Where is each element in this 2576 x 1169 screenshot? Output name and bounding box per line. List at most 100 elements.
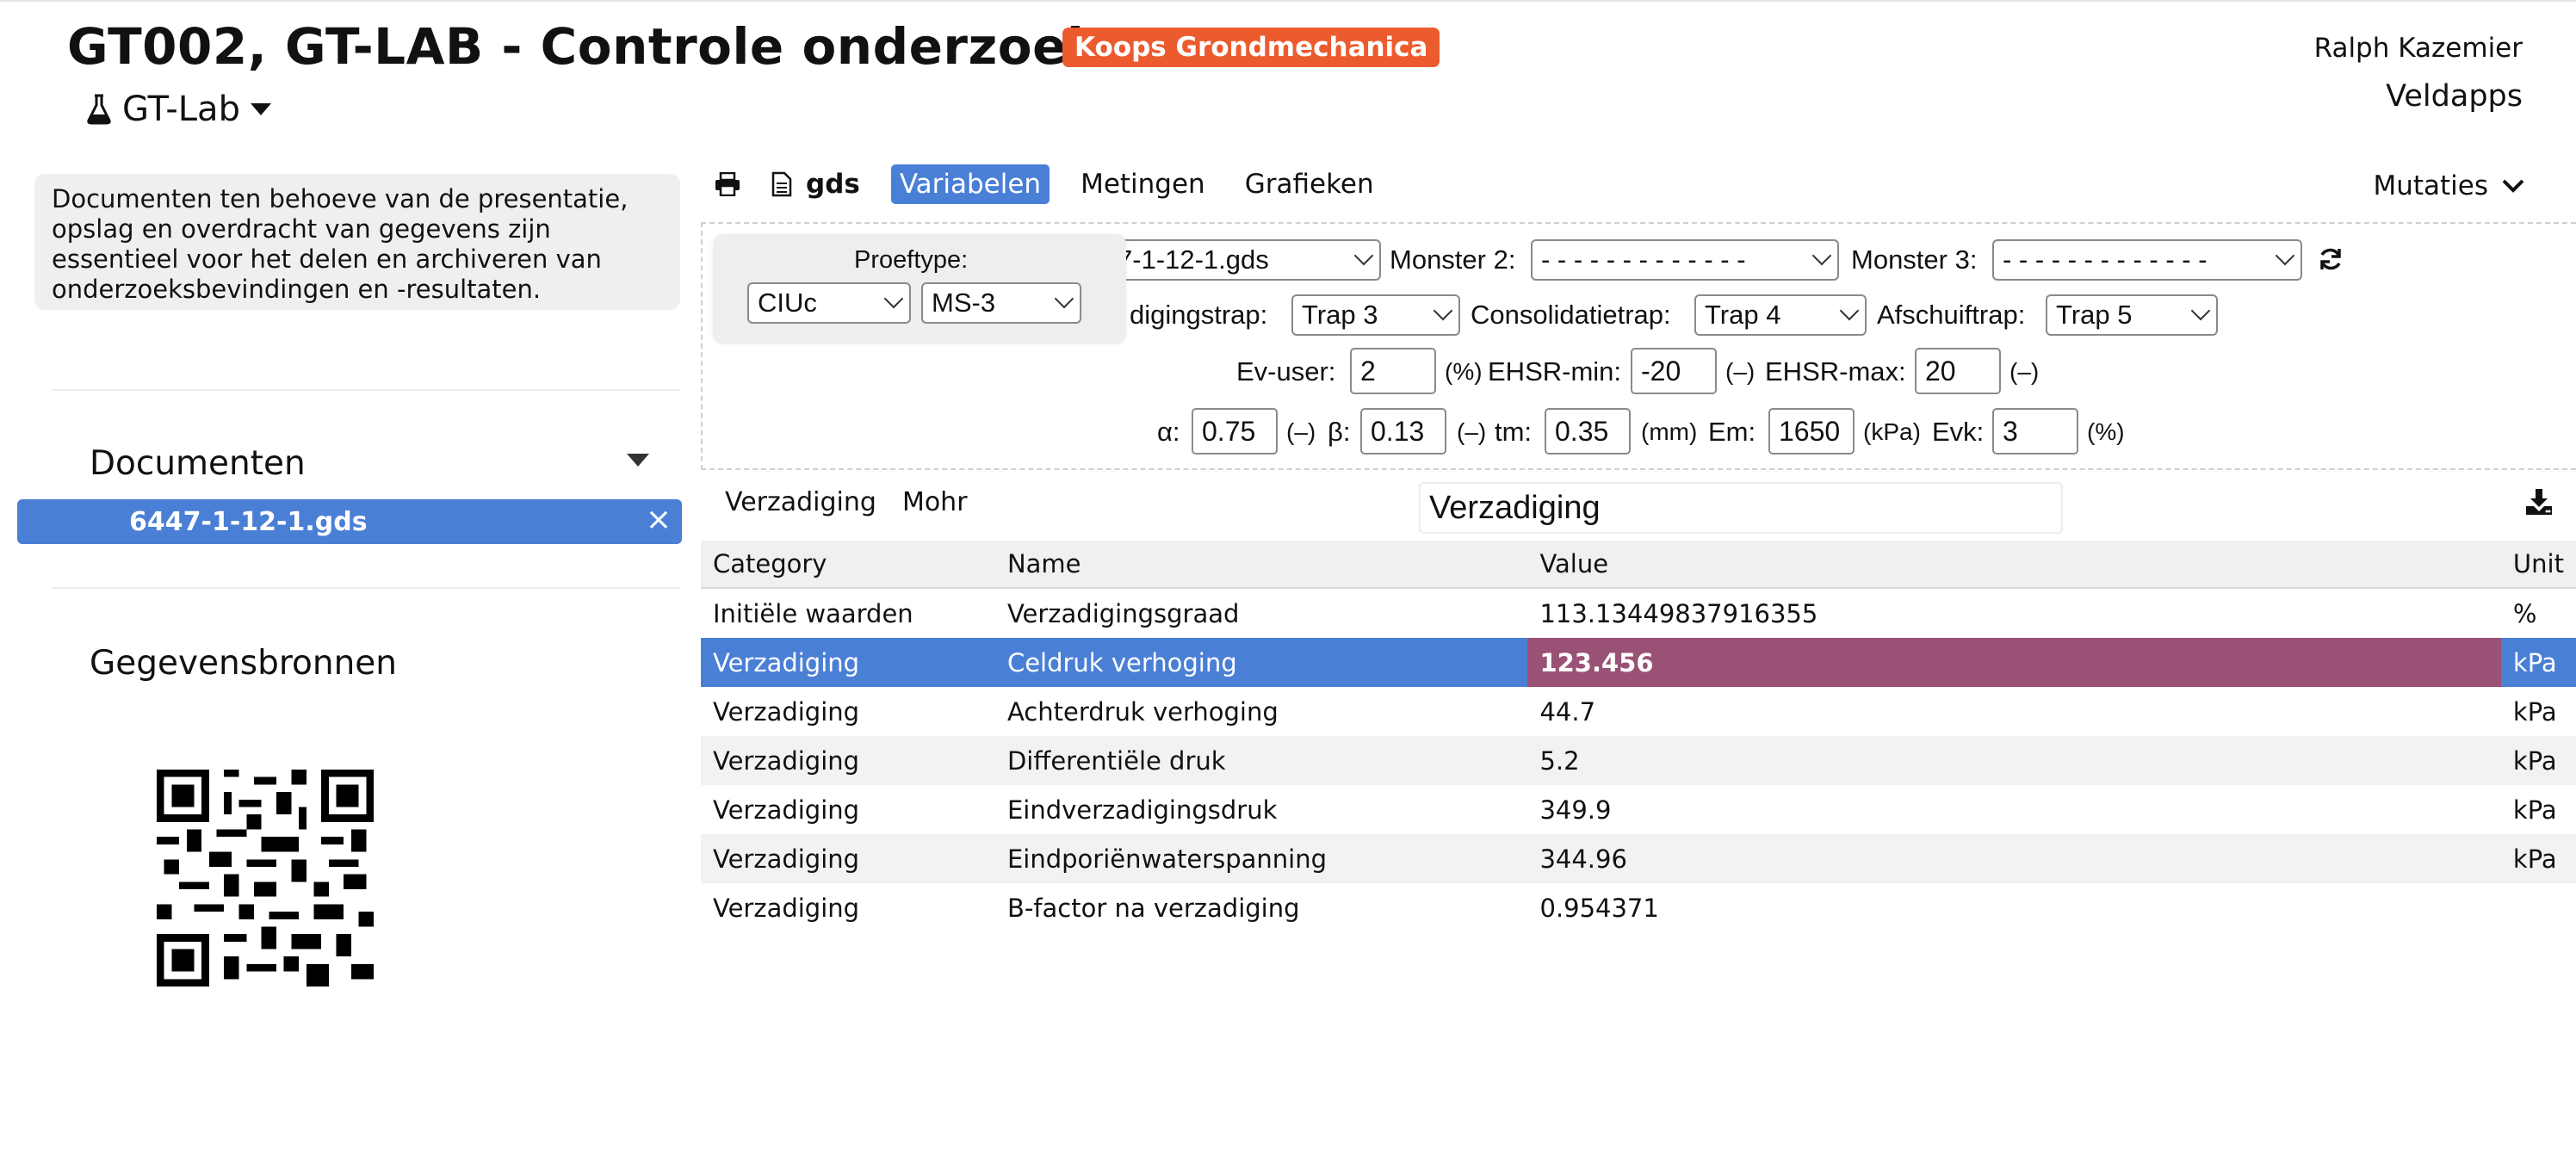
divider [52,389,680,391]
mutaties-dropdown[interactable]: Mutaties [2373,170,2524,201]
tm-unit: (mm) [1641,418,1698,445]
proeftype-value: CIUc [758,288,817,318]
cell-value[interactable]: 349.9 [1527,785,2500,834]
cell-value[interactable]: 344.96 [1527,834,2501,883]
table-row[interactable]: Verzadiging B-factor na verzadiging 0.95… [701,883,2576,932]
cell-name: Achterdruk verhoging [1006,696,1279,727]
cell-category: Verzadiging [713,696,860,727]
organization-name[interactable]: Veldapps [2386,79,2523,114]
document-item[interactable]: 6447-1-12-1.gds × [17,499,682,544]
consolidatietrap-label: Consolidatietrap: [1471,300,1671,330]
organization-badge: Koops Grondmechanica [1062,28,1440,67]
column-header[interactable]: Unit [2500,541,2576,589]
tab-metingen[interactable]: Metingen [1072,164,1214,204]
column-header[interactable]: Name [994,541,1528,589]
consolidatietrap-select[interactable]: Trap 4 [1694,294,1867,336]
chevron-down-icon [1811,245,1832,266]
variables-form: 7-1-12-1.gds Monster 2: - - - - - - - - … [701,222,2576,470]
cell-value[interactable]: 0.954371 [1527,883,2500,932]
beta-label: β: [1328,417,1351,447]
cell-category: Initiële waarden [713,598,913,628]
cell-name: Differentiële druk [994,736,1528,785]
tm-label: tm: [1495,417,1533,447]
cell-unit [2501,883,2576,932]
table-row[interactable]: Verzadiging Eindporiënwaterspanning 344.… [701,834,2576,883]
chevron-down-icon [1433,300,1453,321]
tab-verzadiging[interactable]: Verzadiging [725,487,876,517]
table-row[interactable]: Verzadiging Celdruk verhoging 123.456 kP… [701,638,2576,687]
print-icon[interactable] [715,171,740,197]
cell-value[interactable]: 44.7 [1527,687,2500,736]
column-header[interactable]: Category [701,541,995,589]
alpha-label: α: [1157,417,1180,447]
ehsr-min-unit: (–) [1725,358,1756,385]
ehsr-min-input[interactable]: -20 [1631,348,1717,394]
flask-icon [87,94,111,125]
chevron-down-icon [883,288,904,309]
documents-toggle-icon[interactable] [627,454,649,467]
cell-value[interactable]: 123.456 [1527,638,2501,687]
monster-2-select[interactable]: - - - - - - - - - - - - - [1531,239,1839,281]
document-item-label: 6447-1-12-1.gds [129,507,368,537]
documents-header: Documenten [90,444,306,483]
evk-label: Evk: [1932,417,1985,447]
evk-input[interactable]: 3 [1992,408,2078,455]
table-row[interactable]: Verzadiging Achterdruk verhoging 44.7 kP… [701,687,2576,736]
cell-category: Verzadiging [701,834,995,883]
ms-select[interactable]: MS-3 [921,282,1081,324]
download-icon[interactable] [2524,487,2554,516]
tab-variabelen[interactable]: Variabelen [890,164,1050,204]
monster-3-label: Monster 3: [1851,244,1978,275]
proeftype-panel: Proeftype: CIUc MS-3 [713,234,1126,344]
monster-3-value: - - - - - - - - - - - - - [2003,244,2208,275]
refresh-icon[interactable] [2318,246,2344,272]
cell-value[interactable]: 5.2 [1527,736,2501,785]
monster-1-select[interactable]: 7-1-12-1.gds [1107,239,1381,281]
file-tab-gds[interactable]: gds [806,164,869,204]
chevron-down-icon [1353,245,1374,266]
proeftype-select[interactable]: CIUc [747,282,911,324]
cell-value[interactable]: 113.13449837916355 [1527,588,2500,638]
toolbar: gds Variabelen Metingen Grafieken [715,164,1405,205]
ehsr-max-input[interactable]: 20 [1915,348,2001,394]
page-title: GT002, GT-LAB - Controle onderzoek [67,17,1101,76]
app-menu-dropdown[interactable]: GT-Lab [86,90,271,129]
tab-grafieken[interactable]: Grafieken [1236,164,1383,204]
tab-mohr[interactable]: Mohr [902,487,968,517]
remove-document-icon[interactable]: × [646,502,672,537]
afschuiftrap-value: Trap 5 [2056,300,2133,330]
user-name[interactable]: Ralph Kazemier [2314,33,2523,64]
cell-name: Eindporiënwaterspanning [994,834,1528,883]
ev-user-input[interactable]: 2 [1350,348,1436,394]
table-row[interactable]: Initiële waarden Verzadigingsgraad 113.1… [701,588,2576,638]
divider [52,587,680,589]
file-icon[interactable] [771,171,797,197]
ev-user-label: Ev-user: [1236,356,1336,387]
table-row[interactable]: Verzadiging Differentiële druk 5.2 kPa [701,736,2576,785]
cell-unit: kPa [2500,638,2576,687]
monster-3-select[interactable]: - - - - - - - - - - - - - [1992,239,2302,281]
table-row[interactable]: Verzadiging Eindverzadigingsdruk 349.9 k… [701,785,2576,834]
cell-unit: kPa [2500,834,2576,883]
afschuiftrap-label: Afschuiftrap: [1877,300,2026,330]
alpha-input[interactable]: 0.75 [1192,408,1278,455]
mutaties-label: Mutaties [2373,170,2488,201]
chevron-down-icon [2275,245,2295,266]
beta-input[interactable]: 0.13 [1360,408,1446,455]
tm-input[interactable]: 0.35 [1545,408,1631,455]
table-header-row: Category Name Value Unit [701,541,2576,589]
verzadigingstrap-label: digingstrap: [1130,300,1268,330]
cell-category: Verzadiging [713,795,860,825]
ev-user-unit: (%) [1445,358,1483,385]
em-unit: (kPa) [1863,418,1921,445]
monster-1-value: 7-1-12-1.gds [1118,244,1269,275]
result-title-input[interactable]: Verzadiging [1419,482,2063,534]
cell-unit: kPa [2512,696,2557,727]
column-header[interactable]: Value [1527,541,2501,589]
cell-unit: kPa [2512,795,2557,825]
app-menu-label: GT-Lab [122,90,240,129]
cell-category: Verzadiging [701,736,995,785]
verzadigingstrap-select[interactable]: Trap 3 [1291,294,1460,336]
afschuiftrap-select[interactable]: Trap 5 [2046,294,2218,336]
em-input[interactable]: 1650 [1768,408,1855,455]
